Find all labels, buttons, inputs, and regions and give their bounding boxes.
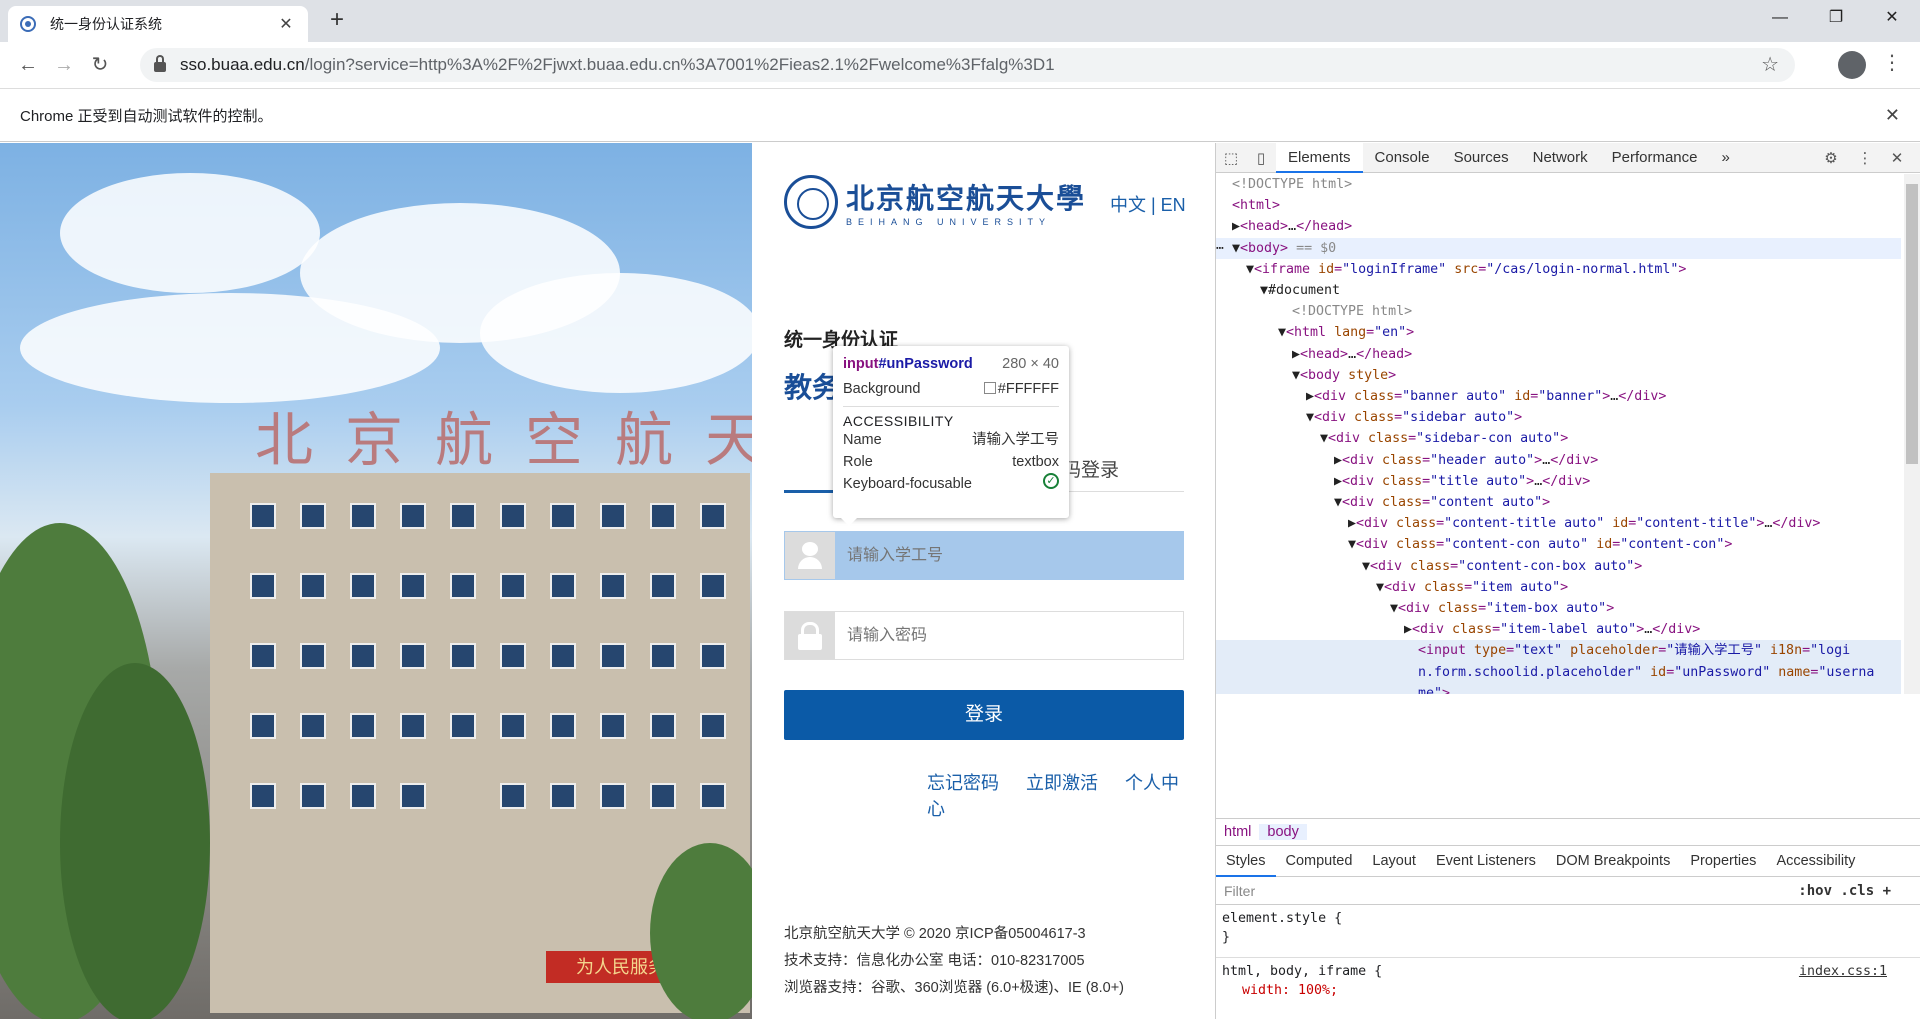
check-circle-icon: ✓ [1043, 473, 1059, 489]
tab-event-listeners[interactable]: Event Listeners [1426, 846, 1546, 877]
omnibox[interactable]: sso.buaa.edu.cn/login?service=http%3A%2F… [140, 48, 1795, 82]
roof-character: 北 [255, 406, 314, 474]
infobar-text: Chrome 正受到自动测试软件的控制。 [20, 107, 273, 125]
activate-link[interactable]: 立即激活 [1026, 773, 1098, 793]
address-bar-row: ← → ↻ sso.buaa.edu.cn/login?service=http… [0, 42, 1920, 88]
tab-sources[interactable]: Sources [1442, 143, 1521, 173]
reload-icon[interactable]: ↻ [82, 47, 118, 83]
tab-layout[interactable]: Layout [1362, 846, 1426, 877]
breadcrumb: html body [1216, 818, 1920, 846]
browser-tab[interactable]: 统一身份认证系统 ✕ [8, 6, 308, 42]
styles-tabs: Styles Computed Layout Event Listeners D… [1216, 846, 1920, 877]
style-property: width: 100%; [1242, 983, 1339, 998]
system-title: 教务 [784, 372, 841, 403]
style-rule-end: } [1222, 930, 1231, 945]
forgot-password-link[interactable]: 忘记密码 [927, 773, 999, 793]
tab-computed[interactable]: Computed [1276, 846, 1363, 877]
dom-scrollbar[interactable] [1904, 174, 1920, 694]
tab-network[interactable]: Network [1521, 143, 1600, 173]
inspect-tooltip: input#unPassword 280 × 40 Background #FFF… [833, 346, 1069, 526]
username-input[interactable] [835, 532, 1183, 579]
language-switch[interactable]: 中文 | EN [1110, 191, 1186, 217]
lock-icon [785, 612, 835, 659]
username-field[interactable] [784, 531, 1184, 580]
university-logo: 北京航空航天大學 BEIHANG UNIVERSITY [784, 175, 1086, 229]
login-panel: 北京航空航天大學 BEIHANG UNIVERSITY 中文 | EN 统一身份… [752, 143, 1215, 1019]
settings-gear-icon[interactable]: ⚙ [1816, 149, 1846, 167]
infobar-close-icon[interactable]: ✕ [1885, 105, 1900, 126]
browser-tab-strip: 统一身份认证系统 ✕ + — ❐ ✕ [0, 0, 1920, 42]
login-links: 忘记密码 立即激活 个人中心 [927, 769, 1215, 821]
profile-avatar-icon[interactable] [1838, 51, 1866, 79]
tab-styles[interactable]: Styles [1216, 846, 1276, 877]
maximize-button[interactable]: ❐ [1808, 0, 1864, 36]
tab-title: 统一身份认证系统 [50, 16, 162, 32]
roof-character: 京 [345, 406, 404, 474]
favicon-icon [20, 16, 36, 32]
password-field[interactable] [784, 611, 1184, 660]
logo-cn: 北京航空航天大學 [846, 182, 1087, 215]
lock-icon [154, 55, 166, 72]
automation-infobar: Chrome 正受到自动测试软件的控制。 ✕ [0, 88, 1920, 142]
login-button[interactable]: 登录 [784, 690, 1184, 740]
tab-properties[interactable]: Properties [1680, 846, 1766, 877]
style-rule: element.style { [1222, 911, 1343, 926]
roof-character: 航 [435, 406, 494, 474]
close-window-button[interactable]: ✕ [1864, 0, 1920, 36]
style-selector: html, body, iframe { [1222, 964, 1383, 979]
devtools-toolbar: ⬚ ▯ Elements Console Sources Network Per… [1216, 142, 1920, 173]
seal-icon [784, 175, 838, 229]
tab-performance[interactable]: Performance [1600, 143, 1710, 173]
tab-accessibility[interactable]: Accessibility [1766, 846, 1865, 877]
footer-line: 浏览器支持：谷歌、360浏览器 (6.0+极速)、IE (8.0+) [784, 980, 1125, 996]
crumb-html[interactable]: html [1216, 824, 1259, 840]
tab-other-login[interactable]: 码登录 [1062, 455, 1119, 482]
logo-en: BEIHANG UNIVERSITY [846, 217, 1052, 227]
filter-tools[interactable]: :hov .cls + [1798, 883, 1891, 899]
dom-tree[interactable]: <!DOCTYPE html> <html> ▶<head>…</head> ⋯… [1216, 174, 1901, 694]
user-icon [785, 532, 835, 579]
devtools-panel: ⬚ ▯ Elements Console Sources Network Per… [1215, 142, 1920, 1019]
campus-photo: 北 京 航 空 航 天 为人民服务 [0, 143, 752, 1019]
back-icon[interactable]: ← [10, 47, 46, 83]
password-input[interactable] [835, 612, 1183, 659]
devtools-menu-icon[interactable]: ⋮ [1850, 149, 1880, 167]
styles-pane: element.style { } html, body, iframe { in… [1216, 905, 1920, 1004]
new-tab-button[interactable]: + [322, 6, 352, 36]
more-tabs-icon[interactable]: » [1710, 143, 1742, 173]
tab-dom-breakpoints[interactable]: DOM Breakpoints [1546, 846, 1680, 877]
footer-line: 北京航空航天大学 © 2020 京ICP备05004617-3 [784, 926, 1086, 942]
tooltip-size: 280 × 40 [1002, 356, 1059, 372]
devtools-close-icon[interactable]: ✕ [1882, 149, 1912, 167]
minimize-button[interactable]: — [1752, 0, 1808, 36]
bookmark-star-icon[interactable]: ☆ [1761, 52, 1779, 77]
inspect-element-icon[interactable]: ⬚ [1216, 149, 1246, 167]
roof-character: 天 [705, 406, 752, 474]
crumb-body[interactable]: body [1259, 824, 1307, 840]
footer: 北京航空航天大学 © 2020 京ICP备05004617-3 技术支持：信息化… [784, 921, 1124, 1002]
forward-icon[interactable]: → [46, 47, 82, 83]
style-source-link[interactable]: index.css:1 [1799, 962, 1887, 981]
tab-elements[interactable]: Elements [1276, 142, 1363, 173]
tab-console[interactable]: Console [1363, 143, 1442, 173]
filter-input[interactable]: Filter [1224, 883, 1255, 899]
menu-kebab-icon[interactable]: ⋮ [1882, 50, 1902, 75]
styles-filter[interactable]: Filter :hov .cls + [1216, 877, 1920, 905]
tooltip-selector: input#unPassword [843, 356, 973, 372]
close-tab-icon[interactable]: ✕ [276, 14, 296, 34]
roof-character: 空 [525, 406, 584, 474]
color-swatch-icon [983, 382, 996, 394]
roof-character: 航 [615, 406, 674, 474]
tooltip-section: ACCESSIBILITY [843, 406, 1059, 429]
device-toolbar-icon[interactable]: ▯ [1246, 149, 1276, 167]
footer-line: 技术支持：信息化办公室 电话：010-82317005 [784, 953, 1085, 969]
url-text: sso.buaa.edu.cn/login?service=http%3A%2F… [180, 55, 1055, 74]
